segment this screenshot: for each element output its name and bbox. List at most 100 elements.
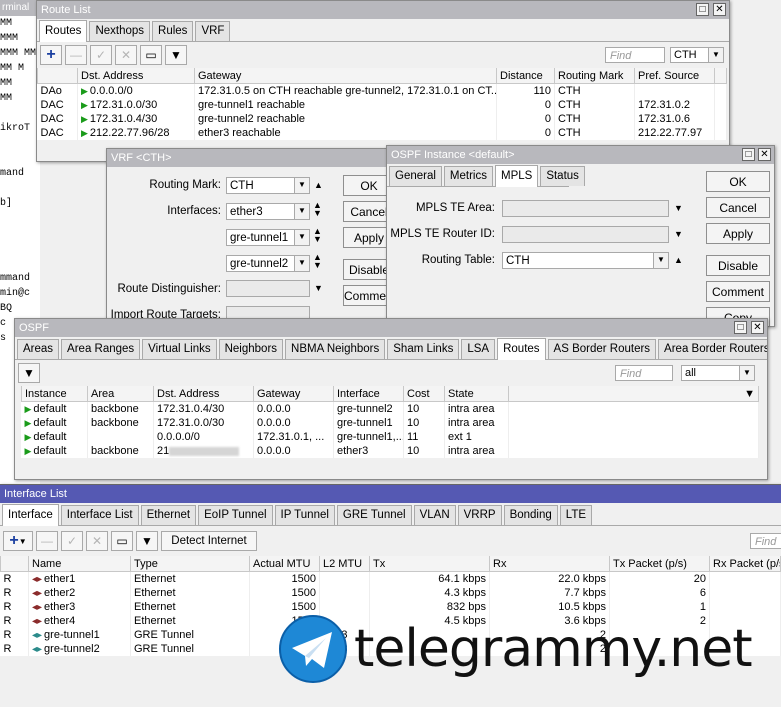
column-chooser[interactable]: ▼ — [508, 386, 759, 402]
col-routing-mark[interactable]: Routing Mark — [554, 68, 635, 84]
table-row[interactable]: ▶ default backbone 21 0.0.0.0 ether3 10 intra a… — [21, 444, 759, 458]
detect-internet-button[interactable]: Detect Internet — [161, 531, 257, 551]
enable-icon[interactable]: ✓ — [90, 45, 112, 65]
routing-table-select[interactable]: CTH ▼ — [502, 252, 669, 269]
tab-interface-2[interactable]: Ethernet — [140, 505, 197, 525]
tab-ospf-9[interactable]: Area Border Routers — [658, 339, 767, 359]
table-row[interactable]: DAC ▶ 172.31.0.4/30 gre-tunnel2 reachable 0 C… — [37, 112, 727, 126]
route-distinguisher-input[interactable] — [226, 280, 310, 297]
table-row[interactable]: R ◂▸ ether1 Ethernet 1500 64.1 kbps 22.0 kbps 2… — [0, 571, 781, 586]
comment-button[interactable]: Comment — [706, 281, 770, 302]
tab-mpls[interactable]: MPLS — [494, 165, 539, 187]
find-input[interactable]: Find — [605, 47, 665, 63]
col-gateway[interactable]: Gateway — [194, 68, 497, 84]
col-name[interactable]: Name — [28, 556, 131, 572]
tab-interface-0[interactable]: Interface — [2, 504, 59, 526]
maximize-button[interactable]: □ — [742, 148, 755, 161]
tab-interface-1[interactable]: Interface List — [60, 505, 139, 525]
tab-ospf-3[interactable]: Neighbors — [218, 339, 284, 359]
tab-ospf-7[interactable]: Routes — [497, 338, 546, 360]
disable-button[interactable]: Disable — [706, 255, 770, 276]
table-row[interactable]: DAo ▶ 0.0.0.0/0 172.31.0.5 on CTH reachable… — [37, 83, 727, 98]
find-input[interactable]: Find — [750, 533, 781, 549]
enable-icon[interactable]: ✓ — [61, 531, 83, 551]
tab-ospf-8[interactable]: AS Border Routers — [547, 339, 657, 359]
find-input[interactable]: Find — [615, 365, 673, 381]
ospf-filter-select[interactable]: all ▼ — [681, 365, 755, 381]
table-row[interactable]: DAC ▶ 212.22.77.96/28 ether3 reachable 0 CTH 2… — [37, 126, 727, 140]
tab-status[interactable]: Status — [540, 166, 585, 186]
tab-interface-8[interactable]: Bonding — [503, 505, 558, 525]
arrow-updown-icon[interactable]: ▲ ▼ — [313, 227, 322, 244]
col-pref-source[interactable]: Pref. Source — [634, 68, 715, 84]
col-cost[interactable]: Cost — [403, 386, 445, 402]
maximize-button[interactable]: □ — [696, 3, 709, 16]
col-dst[interactable]: Dst. Address — [153, 386, 254, 402]
arrow-updown-icon[interactable]: ▲ ▼ — [313, 253, 322, 270]
interface-select-3[interactable]: gre-tunnel2 ▼ — [226, 255, 310, 272]
tab-vrf[interactable]: VRF — [195, 21, 231, 41]
tab-interface-7[interactable]: VRRP — [457, 505, 502, 525]
col-tx[interactable]: Tx — [369, 556, 490, 572]
col-dst[interactable]: Dst. Address — [77, 68, 195, 84]
mpls-te-area-input[interactable] — [502, 200, 669, 217]
interface-select-1[interactable]: ether3 ▼ — [226, 203, 310, 220]
tab-interface-9[interactable]: LTE — [559, 505, 593, 525]
tab-ospf-2[interactable]: Virtual Links — [142, 339, 217, 359]
mpls-te-router-id-input[interactable] — [502, 226, 669, 243]
routing-mark-select[interactable]: CTH ▼ — [226, 177, 310, 194]
filter-icon[interactable]: ▼ — [18, 363, 40, 383]
close-button[interactable]: ✕ — [713, 3, 726, 16]
ok-button[interactable]: OK — [706, 171, 770, 192]
tab-ospf-4[interactable]: NBMA Neighbors — [285, 339, 386, 359]
table-row[interactable]: ▶ default backbone 172.31.0.0/30 0.0.0.0 gre-… — [21, 416, 759, 430]
maximize-button[interactable]: □ — [734, 321, 747, 334]
tab-ospf-0[interactable]: Areas — [17, 339, 60, 359]
col-instance[interactable]: Instance — [21, 386, 88, 402]
table-row[interactable]: ▶ default backbone 172.31.0.4/30 0.0.0.0 gre-… — [21, 401, 759, 416]
col-flags[interactable] — [37, 68, 78, 84]
filter-icon[interactable]: ▼ — [165, 45, 187, 65]
chevron-down-icon[interactable]: ▼ — [674, 203, 683, 213]
filter-icon[interactable]: ▼ — [136, 531, 158, 551]
arrow-updown-icon[interactable]: ▲ ▼ — [313, 201, 322, 218]
col-state[interactable]: State — [444, 386, 509, 402]
remove-icon[interactable]: — — [65, 45, 87, 65]
arrow-up-icon[interactable]: ▲ — [674, 255, 683, 265]
col-tx-packet[interactable]: Tx Packet (p/s) — [609, 556, 710, 572]
tab-interface-4[interactable]: IP Tunnel — [274, 505, 335, 525]
tab-ospf-1[interactable]: Area Ranges — [61, 339, 141, 359]
add-icon[interactable]: + — [40, 45, 62, 65]
tab-nexthops[interactable]: Nexthops — [89, 21, 151, 41]
col-flag[interactable] — [0, 556, 29, 572]
tab-interface-5[interactable]: GRE Tunnel — [336, 505, 412, 525]
tab-general[interactable]: General — [389, 166, 442, 186]
tab-ospf-5[interactable]: Sham Links — [387, 339, 460, 359]
cancel-button[interactable]: Cancel — [706, 197, 770, 218]
tab-rules[interactable]: Rules — [152, 21, 194, 41]
tab-interface-3[interactable]: EoIP Tunnel — [198, 505, 273, 525]
disable-icon[interactable]: ✕ — [115, 45, 137, 65]
add-icon[interactable]: + ▼ — [3, 531, 33, 551]
col-rx[interactable]: Rx — [489, 556, 610, 572]
col-rx-packet[interactable]: Rx Packet (p/s) — [709, 556, 781, 572]
col-type[interactable]: Type — [130, 556, 250, 572]
tab-interface-6[interactable]: VLAN — [413, 505, 456, 525]
routing-mark-filter[interactable]: CTH ▼ — [670, 47, 724, 63]
col-area[interactable]: Area — [87, 386, 154, 402]
close-button[interactable]: ✕ — [758, 148, 771, 161]
chevron-down-icon[interactable]: ▼ — [674, 229, 683, 239]
tab-ospf-6[interactable]: LSA — [461, 339, 496, 359]
col-distance[interactable]: Distance — [496, 68, 555, 84]
remove-icon[interactable]: — — [36, 531, 58, 551]
comment-icon[interactable]: ▭ — [140, 45, 162, 65]
col-l2-mtu[interactable]: L2 MTU — [319, 556, 370, 572]
comment-icon[interactable]: ▭ — [111, 531, 133, 551]
arrow-up-icon[interactable]: ▲ — [314, 180, 323, 190]
apply-button[interactable]: Apply — [706, 223, 770, 244]
table-row[interactable]: ▶ default 0.0.0.0/0 172.31.0.1, ... gre-tunn… — [21, 430, 759, 444]
col-actual-mtu[interactable]: Actual MTU — [249, 556, 320, 572]
table-row[interactable]: R ◂▸ ether2 Ethernet 1500 4.3 kbps 7.7 kbps 6 — [0, 586, 781, 600]
close-button[interactable]: ✕ — [751, 321, 764, 334]
table-row[interactable]: DAC ▶ 172.31.0.0/30 gre-tunnel1 reachable 0 C… — [37, 98, 727, 112]
